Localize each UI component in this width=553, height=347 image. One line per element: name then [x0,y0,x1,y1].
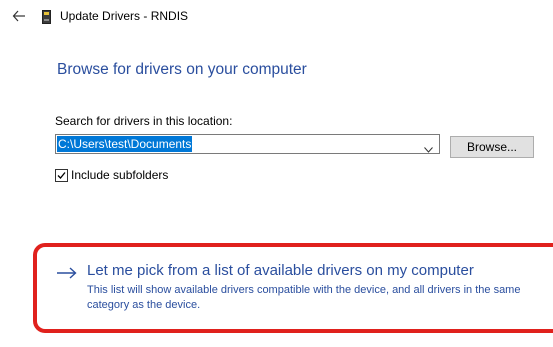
right-arrow-icon [57,266,77,279]
chevron-down-icon[interactable] [424,140,433,153]
back-arrow-icon[interactable] [12,9,26,23]
include-subfolders-checkbox[interactable] [55,169,68,182]
search-location-label: Search for drivers in this location: [55,114,233,128]
pick-from-list-description: This list will show available drivers co… [87,284,521,311]
device-icon [42,10,51,24]
title-bar: Update Drivers - RNDIS [0,0,553,34]
driver-path-combobox[interactable]: C:\Users\test\Documents [55,134,440,154]
driver-path-input[interactable]: C:\Users\test\Documents [57,136,193,152]
browse-button[interactable]: Browse... [450,136,534,158]
window-title: Update Drivers - RNDIS [60,9,189,23]
pick-from-list-title[interactable]: Let me pick from a list of available dri… [87,262,474,279]
page-heading: Browse for drivers on your computer [57,61,307,78]
checkmark-icon [57,172,66,179]
include-subfolders-label: Include subfolders [71,168,169,182]
